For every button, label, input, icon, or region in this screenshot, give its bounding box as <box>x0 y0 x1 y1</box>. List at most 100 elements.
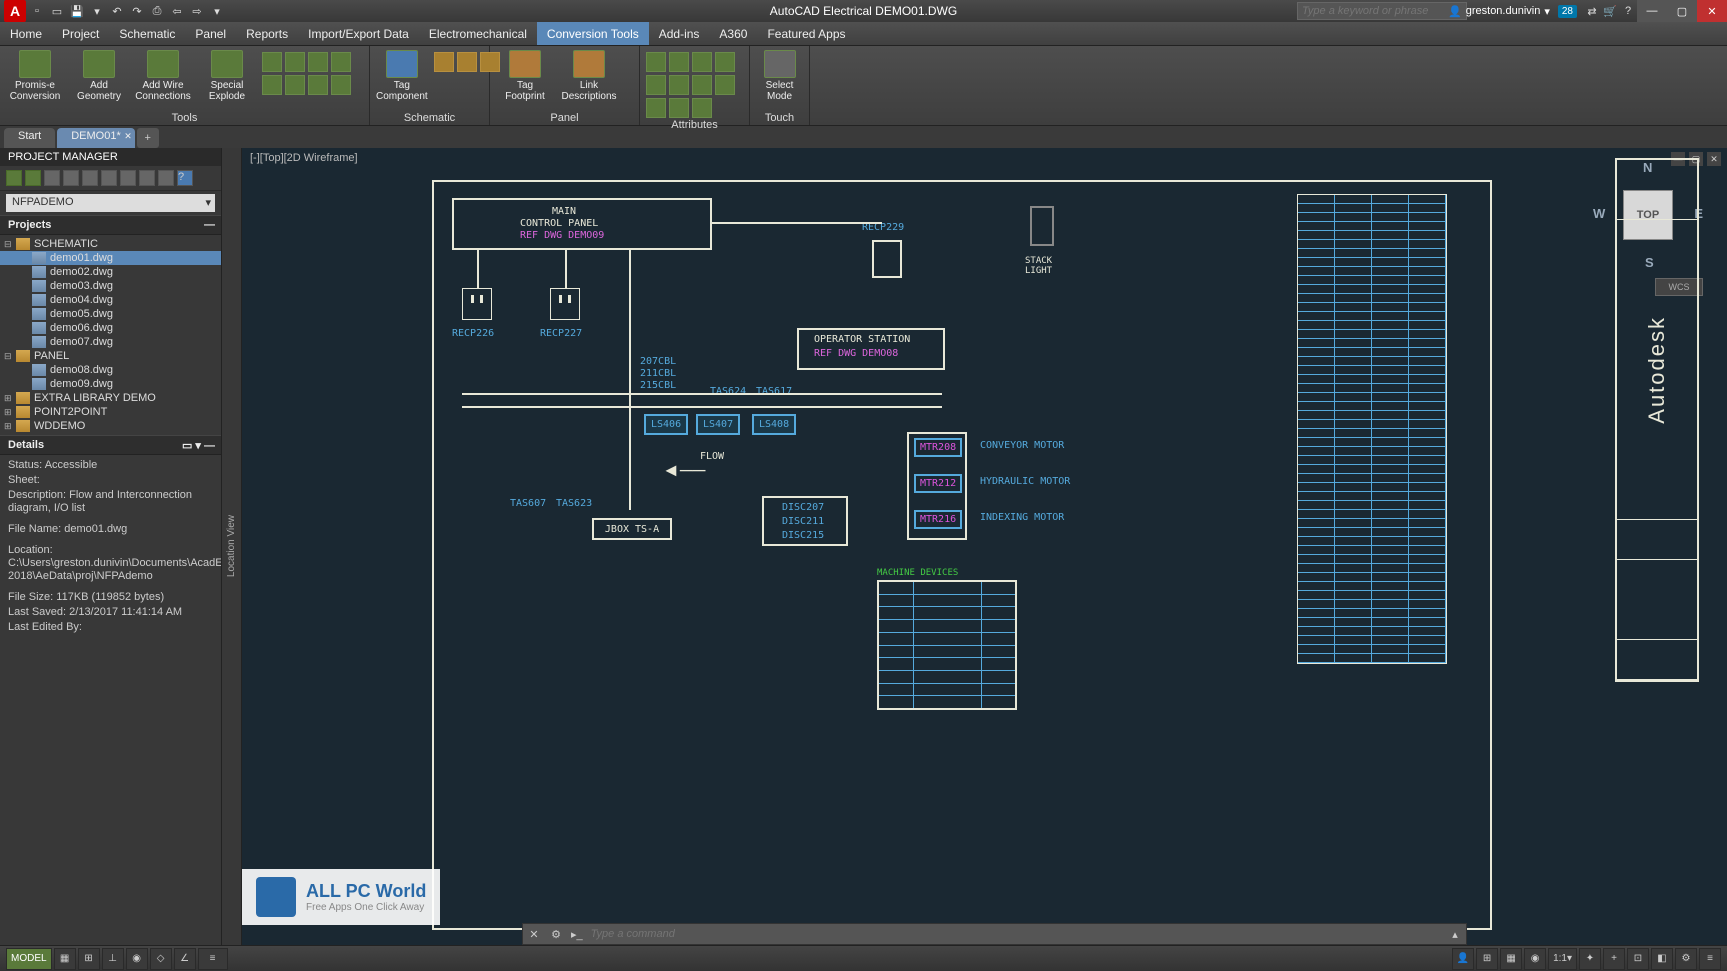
add-wire-connections-button[interactable]: Add Wire Connections <box>134 48 192 102</box>
menu-electromechanical[interactable]: Electromechanical <box>419 22 537 45</box>
new-tab-button[interactable]: + <box>137 128 159 148</box>
pm-tool-7[interactable] <box>120 170 136 186</box>
sb-track-icon[interactable]: ∠ <box>174 948 196 970</box>
sb-grid-icon[interactable]: ▦ <box>54 948 76 970</box>
attr-btn-10[interactable] <box>669 98 689 118</box>
menu-add-ins[interactable]: Add-ins <box>649 22 710 45</box>
drawing-canvas[interactable]: [-][Top][2D Wireframe] — ▢ ✕ N S E W TOP… <box>242 148 1727 945</box>
expander-icon[interactable]: ⊞ <box>4 421 16 432</box>
tree-demo02-dwg[interactable]: demo02.dwg <box>0 265 221 279</box>
tree-panel[interactable]: ⊟PANEL <box>0 349 221 363</box>
details-icons[interactable]: ▭ ▾ — <box>182 439 215 452</box>
qat-undo-icon[interactable]: ↶ <box>108 2 126 20</box>
expander-icon[interactable]: ⊞ <box>4 407 16 418</box>
qat-prev-icon[interactable]: ⇦ <box>168 2 186 20</box>
pm-tool-4[interactable] <box>63 170 79 186</box>
qat-open-icon[interactable]: ▭ <box>48 2 66 20</box>
select-mode-button[interactable]: Select Mode <box>756 48 803 102</box>
sb-btn-e[interactable]: ✦ <box>1579 948 1601 970</box>
qat-more-icon[interactable]: ▾ <box>208 2 226 20</box>
tools-small-5[interactable] <box>285 75 305 95</box>
qat-new-icon[interactable]: ▫ <box>28 2 46 20</box>
pm-tool-8[interactable] <box>139 170 155 186</box>
attr-btn-11[interactable] <box>692 98 712 118</box>
tools-small-7[interactable] <box>331 75 351 95</box>
attr-btn-2[interactable] <box>669 52 689 72</box>
sb-btn-f[interactable]: + <box>1603 948 1625 970</box>
projects-section-header[interactable]: Projects— <box>0 215 221 235</box>
sb-lineweight-icon[interactable]: ≡ <box>198 948 228 970</box>
user-menu[interactable]: 👤 greston.dunivin ▾ 28 <box>1442 5 1583 18</box>
add-geometry-button[interactable]: Add Geometry <box>70 48 128 102</box>
notification-badge[interactable]: 28 <box>1558 5 1577 18</box>
model-button[interactable]: MODEL <box>6 948 52 970</box>
tree-demo04-dwg[interactable]: demo04.dwg <box>0 293 221 307</box>
tab-demo01[interactable]: DEMO01*✕ <box>57 128 135 148</box>
menu-featured-apps[interactable]: Featured Apps <box>757 22 855 45</box>
exchange-icon[interactable]: ⇄ <box>1583 2 1601 20</box>
pm-tool-6[interactable] <box>101 170 117 186</box>
app-logo[interactable]: A <box>4 0 26 22</box>
cart-icon[interactable]: 🛒 <box>1601 2 1619 20</box>
menu-conversion-tools[interactable]: Conversion Tools <box>537 22 649 45</box>
tag-component-button[interactable]: Tag Component <box>376 48 428 102</box>
tree-demo06-dwg[interactable]: demo06.dwg <box>0 321 221 335</box>
menu-home[interactable]: Home <box>0 22 52 45</box>
attr-btn-4[interactable] <box>715 52 735 72</box>
cmdline-customize-icon[interactable]: ⚙ <box>545 928 567 941</box>
tree-wddemo[interactable]: ⊞WDDEMO <box>0 419 221 433</box>
tools-small-6[interactable] <box>308 75 328 95</box>
tree-schematic[interactable]: ⊟SCHEMATIC <box>0 237 221 251</box>
sb-btn-b[interactable]: ⊞ <box>1476 948 1498 970</box>
menu-panel[interactable]: Panel <box>185 22 236 45</box>
tools-small-3[interactable] <box>331 52 351 72</box>
pm-settings-icon[interactable] <box>158 170 174 186</box>
tree-demo05-dwg[interactable]: demo05.dwg <box>0 307 221 321</box>
sb-snap-icon[interactable]: ⊞ <box>78 948 100 970</box>
promis-e-conversion-button[interactable]: Promis-e Conversion <box>6 48 64 102</box>
qat-print-icon[interactable]: ⎙ <box>148 2 166 20</box>
sb-btn-i[interactable]: ⚙ <box>1675 948 1697 970</box>
command-input[interactable] <box>587 928 1444 940</box>
details-section-header[interactable]: Details▭ ▾ — <box>0 435 221 455</box>
sb-btn-a[interactable]: 👤 <box>1452 948 1474 970</box>
sb-polar-icon[interactable]: ◉ <box>126 948 148 970</box>
attr-btn-7[interactable] <box>692 75 712 95</box>
tools-small-2[interactable] <box>308 52 328 72</box>
expander-icon[interactable]: ⊟ <box>4 351 16 362</box>
expander-icon[interactable]: ⊞ <box>4 393 16 404</box>
sb-btn-h[interactable]: ◧ <box>1651 948 1673 970</box>
link-descriptions-button[interactable]: Link Descriptions <box>560 48 618 102</box>
menu-project[interactable]: Project <box>52 22 109 45</box>
menu-reports[interactable]: Reports <box>236 22 298 45</box>
schematic-small-2[interactable] <box>457 52 477 72</box>
help-icon[interactable]: ? <box>1619 2 1637 20</box>
tree-demo01-dwg[interactable]: demo01.dwg <box>0 251 221 265</box>
tools-small-4[interactable] <box>262 75 282 95</box>
close-button[interactable]: ✕ <box>1697 0 1727 22</box>
attr-btn-3[interactable] <box>692 52 712 72</box>
pm-refresh-icon[interactable] <box>44 170 60 186</box>
expander-icon[interactable]: ⊟ <box>4 239 16 250</box>
menu-import-export-data[interactable]: Import/Export Data <box>298 22 419 45</box>
tree-demo08-dwg[interactable]: demo08.dwg <box>0 363 221 377</box>
tree-point2point[interactable]: ⊞POINT2POINT <box>0 405 221 419</box>
schematic-small-1[interactable] <box>434 52 454 72</box>
tab-start[interactable]: Start <box>4 128 55 148</box>
sb-scale[interactable]: 1:1 ▾ <box>1548 948 1577 970</box>
tools-small-1[interactable] <box>285 52 305 72</box>
minimize-button[interactable]: — <box>1637 0 1667 22</box>
menu-schematic[interactable]: Schematic <box>109 22 185 45</box>
pm-new-icon[interactable] <box>6 170 22 186</box>
pm-open-icon[interactable] <box>25 170 41 186</box>
special-explode-button[interactable]: Special Explode <box>198 48 256 102</box>
attr-btn-8[interactable] <box>715 75 735 95</box>
tag-footprint-button[interactable]: Tag Footprint <box>496 48 554 102</box>
tree-demo07-dwg[interactable]: demo07.dwg <box>0 335 221 349</box>
attr-btn-5[interactable] <box>646 75 666 95</box>
maximize-button[interactable]: ▢ <box>1667 0 1697 22</box>
tools-small-0[interactable] <box>262 52 282 72</box>
project-combo[interactable]: NFPADEMO <box>6 194 215 212</box>
cmdline-close-icon[interactable]: ✕ <box>523 928 545 941</box>
pm-help-icon[interactable]: ? <box>177 170 193 186</box>
